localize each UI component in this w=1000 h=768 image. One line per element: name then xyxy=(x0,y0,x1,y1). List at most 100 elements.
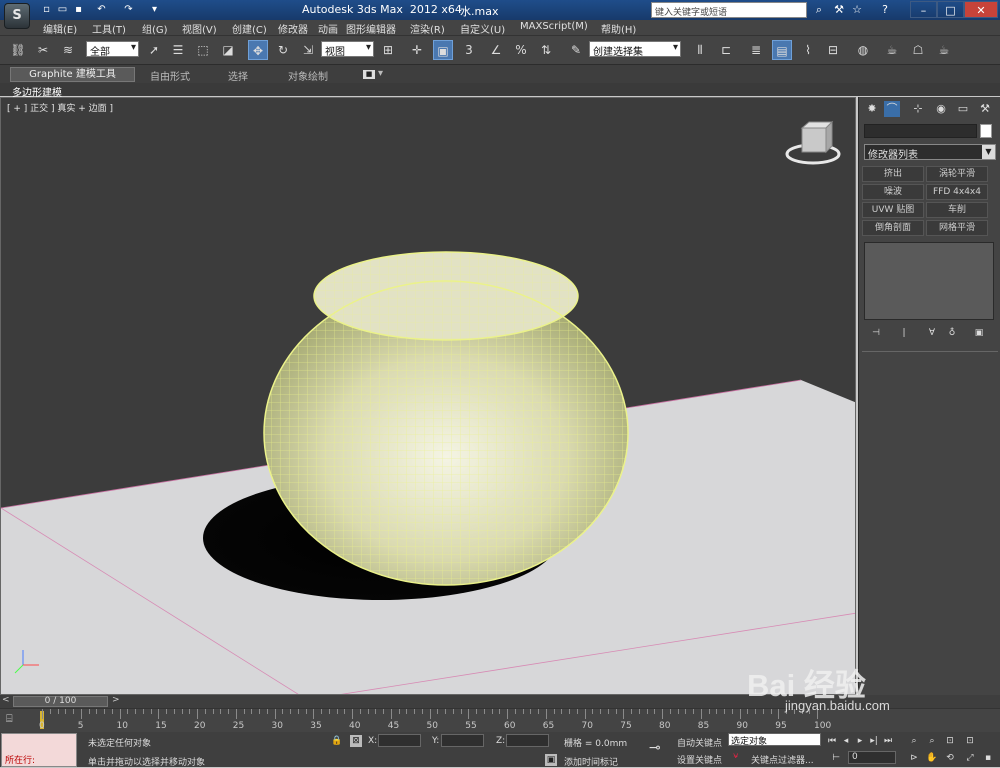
zoom-all-icon[interactable]: ⌕ xyxy=(926,735,938,747)
go-to-end-icon[interactable]: ⏭ xyxy=(882,735,894,747)
modifier-lathe-button[interactable]: 车削 xyxy=(926,202,988,218)
menu-tools[interactable]: 工具(T) xyxy=(92,21,126,36)
menu-graph-editors[interactable]: 图形编辑器 xyxy=(346,21,396,36)
remove-modifier-icon[interactable]: ♁ xyxy=(945,327,959,339)
graphite-toggle-icon[interactable]: ▤ xyxy=(772,40,792,60)
select-object-icon[interactable]: ➚ xyxy=(144,40,164,60)
time-slider[interactable]: 0 / 100 xyxy=(13,696,108,707)
material-editor-icon[interactable]: ◍ xyxy=(853,40,873,60)
viewport-config-icon[interactable]: ▪ xyxy=(982,752,994,764)
menu-group[interactable]: 组(G) xyxy=(142,21,168,36)
tab-object-paint[interactable]: 对象绘制 xyxy=(288,68,328,83)
create-tab-icon[interactable]: ✸ xyxy=(864,101,880,117)
object-color-swatch[interactable] xyxy=(980,124,992,138)
application-menu-button[interactable]: S xyxy=(4,3,30,29)
orbit-icon[interactable]: ⟲ xyxy=(944,752,956,764)
configure-modifier-sets-icon[interactable]: ▣ xyxy=(972,327,986,339)
menu-help[interactable]: 帮助(H) xyxy=(601,21,636,36)
modifier-stack-view[interactable] xyxy=(864,242,994,320)
ribbon-options-icon[interactable]: ■ xyxy=(363,70,375,79)
help-icon[interactable]: ? xyxy=(878,3,892,17)
binoculars-icon[interactable]: ⌕ xyxy=(812,3,826,17)
time-tag-icon[interactable]: ▣ xyxy=(545,754,557,766)
render-setup-icon[interactable]: ☕ xyxy=(882,40,902,60)
lock-selection-icon[interactable]: 🔒 xyxy=(331,736,342,746)
add-time-tag-button[interactable]: 添加时间标记 xyxy=(564,755,618,768)
display-tab-icon[interactable]: ▭ xyxy=(955,101,971,117)
show-end-result-icon[interactable]: | xyxy=(897,327,911,339)
key-icon[interactable]: ⊸ xyxy=(649,740,661,756)
menu-animation[interactable]: 动画 xyxy=(318,21,338,36)
pan-view-icon[interactable]: ✋ xyxy=(926,752,938,764)
key-mode-dropdown[interactable]: 选定对象 xyxy=(728,733,821,747)
layer-manager-icon[interactable]: ≣ xyxy=(746,40,766,60)
modifier-uvw-map-button[interactable]: UVW 贴图 xyxy=(862,202,924,218)
save-icon[interactable]: ▪ xyxy=(72,3,85,16)
unlink-icon[interactable]: ✂ xyxy=(33,40,53,60)
modify-tab-icon[interactable]: ⌒ xyxy=(884,101,900,117)
play-icon[interactable]: ▸ xyxy=(854,735,866,747)
window-crossing-icon[interactable]: ◪ xyxy=(218,40,238,60)
auto-key-button[interactable]: 自动关键点 xyxy=(677,736,722,749)
zoom-extents-icon[interactable]: ⊡ xyxy=(944,735,956,747)
align-icon[interactable]: ⊏ xyxy=(716,40,736,60)
next-frame-icon[interactable]: > xyxy=(112,695,120,705)
tab-freeform[interactable]: 自由形式 xyxy=(150,68,190,83)
snaps-toggle-icon[interactable]: 3 xyxy=(459,40,479,60)
bind-space-warp-icon[interactable]: ≋ xyxy=(58,40,78,60)
percent-snap-icon[interactable]: % xyxy=(511,40,531,60)
utilities-tab-icon[interactable]: ⚒ xyxy=(977,101,993,117)
selection-filter-dropdown[interactable]: 全部 xyxy=(86,41,139,58)
menu-modifiers[interactable]: 修改器 xyxy=(278,21,308,36)
key-mode-toggle-icon[interactable]: ⊢ xyxy=(830,752,842,764)
modifier-ffd-button[interactable]: FFD 4x4x4 xyxy=(926,184,988,200)
render-production-icon[interactable]: ☕ xyxy=(934,40,954,60)
maximize-button[interactable]: □ xyxy=(937,1,964,18)
modifier-noise-button[interactable]: 噪波 xyxy=(862,184,924,200)
ribbon-dropdown-icon[interactable]: ▾ xyxy=(378,68,383,79)
subscription-icon[interactable]: ⚒ xyxy=(832,3,846,17)
field-of-view-icon[interactable]: ⊳ xyxy=(908,752,920,764)
menu-customize[interactable]: 自定义(U) xyxy=(460,21,505,36)
named-selection-dropdown[interactable]: 创建选择集 xyxy=(589,41,681,58)
key-filter-icon[interactable]: ⍱ xyxy=(733,751,738,761)
modifier-list-dropdown[interactable]: 修改器列表 xyxy=(864,144,996,161)
viewport-label[interactable]: [ + ] 正交 ] 真实 + 边面 ] xyxy=(7,101,113,114)
reference-coordinate-dropdown[interactable]: 视图 xyxy=(321,41,374,58)
rendered-frame-window-icon[interactable]: ☖ xyxy=(908,40,928,60)
favorites-star-icon[interactable]: ☆ xyxy=(850,3,864,17)
z-coordinate-field[interactable] xyxy=(506,734,549,747)
object-name-field[interactable] xyxy=(864,124,977,138)
menu-views[interactable]: 视图(V) xyxy=(182,21,217,36)
modifier-bevel-profile-button[interactable]: 倒角剖面 xyxy=(862,220,924,236)
tab-graphite-modeling[interactable]: Graphite 建模工具 xyxy=(10,67,135,82)
x-coordinate-field[interactable] xyxy=(378,734,421,747)
menu-edit[interactable]: 编辑(E) xyxy=(43,21,77,36)
schematic-view-icon[interactable]: ⊟ xyxy=(823,40,843,60)
spinner-snap-icon[interactable]: ⇅ xyxy=(536,40,556,60)
menu-create[interactable]: 创建(C) xyxy=(232,21,267,36)
pivot-center-icon[interactable]: ⊞ xyxy=(378,40,398,60)
current-frame-field[interactable]: 0 xyxy=(848,751,896,764)
select-and-move-icon[interactable]: ✥ xyxy=(248,40,268,60)
tab-selection[interactable]: 选择 xyxy=(228,68,248,83)
link-icon[interactable]: ⛓ xyxy=(8,40,28,60)
quick-access-dropdown-icon[interactable]: ▾ xyxy=(148,3,161,16)
go-to-start-icon[interactable]: ⏮ xyxy=(826,735,838,747)
rectangular-selection-icon[interactable]: ⬚ xyxy=(193,40,213,60)
maximize-viewport-icon[interactable]: ⤢ xyxy=(964,752,976,764)
modifier-turbosmooth-button[interactable]: 涡轮平滑 xyxy=(926,166,988,182)
pin-stack-icon[interactable]: ⊣ xyxy=(869,327,883,339)
redo-icon[interactable]: ↷ xyxy=(122,3,135,16)
select-by-name-icon[interactable]: ☰ xyxy=(168,40,188,60)
motion-tab-icon[interactable]: ◉ xyxy=(933,101,949,117)
set-key-button[interactable]: 设置关键点 xyxy=(677,753,722,766)
menu-rendering[interactable]: 渲染(R) xyxy=(410,21,445,36)
select-and-scale-icon[interactable]: ⇲ xyxy=(298,40,318,60)
close-button[interactable]: ✕ xyxy=(964,1,998,18)
angle-snap-icon[interactable]: ∠ xyxy=(486,40,506,60)
keyboard-shortcut-override-icon[interactable]: ▣ xyxy=(433,40,453,60)
hierarchy-tab-icon[interactable]: ⊹ xyxy=(910,101,926,117)
modifier-extrude-button[interactable]: 挤出 xyxy=(862,166,924,182)
manipulate-icon[interactable]: ✛ xyxy=(407,40,427,60)
